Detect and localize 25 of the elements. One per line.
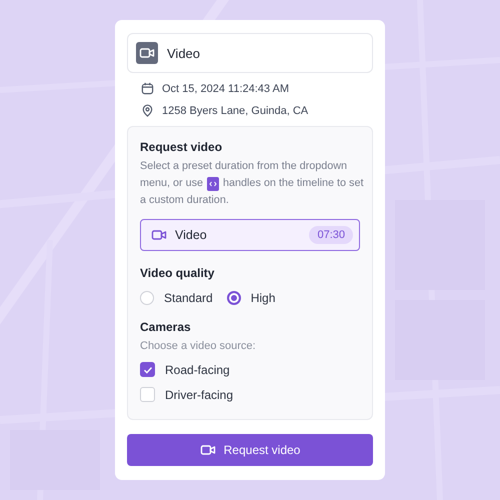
option-label: Driver-facing <box>165 388 234 402</box>
map-pin-icon <box>141 104 154 117</box>
address: 1258 Byers Lane, Guinda, CA <box>162 104 308 116</box>
section-title: Request video <box>140 140 224 154</box>
radio-button[interactable] <box>226 291 241 305</box>
description-text: a custom duration. <box>140 193 229 208</box>
section-hint: Choose a video source: <box>140 340 257 352</box>
card-title: Video <box>167 46 200 60</box>
duration-badge: 07:30 <box>309 226 353 244</box>
duration-dropdown[interactable]: Video 07:30 <box>140 219 360 251</box>
checkbox[interactable] <box>140 362 155 377</box>
description-text: Select a preset duration from the dropdown <box>140 159 348 174</box>
section-title: Cameras <box>140 320 192 334</box>
request-video-button[interactable]: Request video <box>127 434 373 466</box>
option-label: Standard <box>164 291 213 305</box>
video-camera-icon <box>136 42 158 64</box>
dropdown-label: Video <box>175 228 208 242</box>
timestamp: Oct 15, 2024 11:24:43 AM <box>162 82 289 94</box>
option-label: High <box>250 291 276 305</box>
calendar-icon <box>141 82 154 95</box>
section-title: Video quality <box>140 266 216 280</box>
description-text: menu, or use <box>140 176 204 191</box>
option-label: Road-facing <box>165 362 230 376</box>
description-text: handles on the timeline to set <box>223 176 364 191</box>
handles-icon <box>207 176 220 190</box>
